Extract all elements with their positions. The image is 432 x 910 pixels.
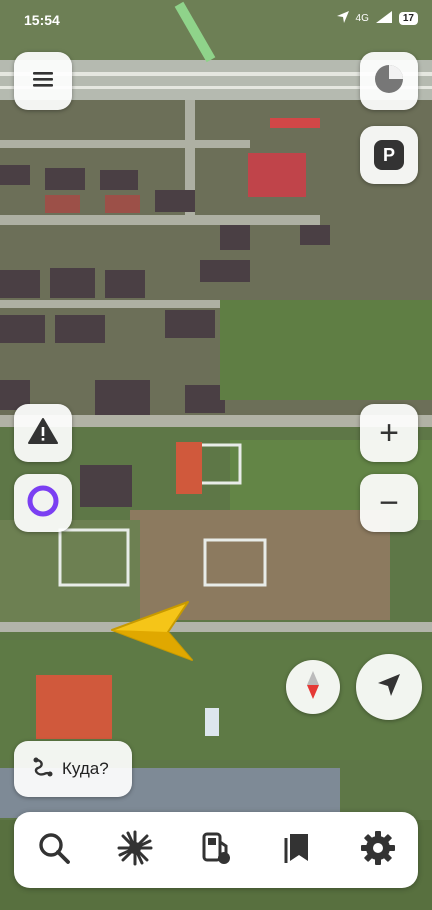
search-icon xyxy=(37,831,71,870)
report-button[interactable] xyxy=(14,404,72,462)
location-status-icon xyxy=(336,10,350,27)
zoom-in-label: + xyxy=(379,414,399,452)
zoom-out-label: − xyxy=(379,484,399,522)
compass-icon xyxy=(299,669,327,706)
navigation-arrow-marker xyxy=(111,601,193,661)
discover-icon xyxy=(117,830,153,871)
zoom-out-button[interactable]: − xyxy=(360,474,418,532)
status-bar: 15:54 4G 17 xyxy=(0,0,432,40)
zoom-in-button[interactable]: + xyxy=(360,404,418,462)
my-location-button[interactable] xyxy=(356,654,422,720)
location-arrow-icon xyxy=(375,671,403,704)
route-squiggle-icon xyxy=(32,756,54,783)
parking-button[interactable]: P xyxy=(360,126,418,184)
signal-icon xyxy=(375,10,393,27)
tab-bookmarks[interactable] xyxy=(269,822,325,878)
alice-icon xyxy=(27,485,59,522)
menu-icon xyxy=(31,69,55,94)
bottom-tab-bar xyxy=(14,812,418,888)
tab-discover[interactable] xyxy=(107,822,163,878)
parking-icon: P xyxy=(374,140,404,170)
tab-search[interactable] xyxy=(26,822,82,878)
layers-button[interactable] xyxy=(360,52,418,110)
tab-settings[interactable] xyxy=(350,822,406,878)
menu-button[interactable] xyxy=(14,52,72,110)
compass-button[interactable] xyxy=(286,660,340,714)
status-icons: 4G 17 xyxy=(336,10,418,27)
alice-button[interactable] xyxy=(14,474,72,532)
warning-icon xyxy=(28,417,58,450)
layers-icon xyxy=(373,63,405,100)
battery-indicator: 17 xyxy=(398,12,418,25)
bookmarks-icon xyxy=(282,831,312,870)
network-status: 4G xyxy=(355,13,369,24)
fuel-icon xyxy=(198,830,234,871)
settings-icon xyxy=(360,830,396,871)
where-to-button[interactable]: Куда? xyxy=(14,741,132,797)
where-to-label: Куда? xyxy=(62,759,109,778)
status-time: 15:54 xyxy=(24,12,60,28)
tab-fuel[interactable] xyxy=(188,822,244,878)
